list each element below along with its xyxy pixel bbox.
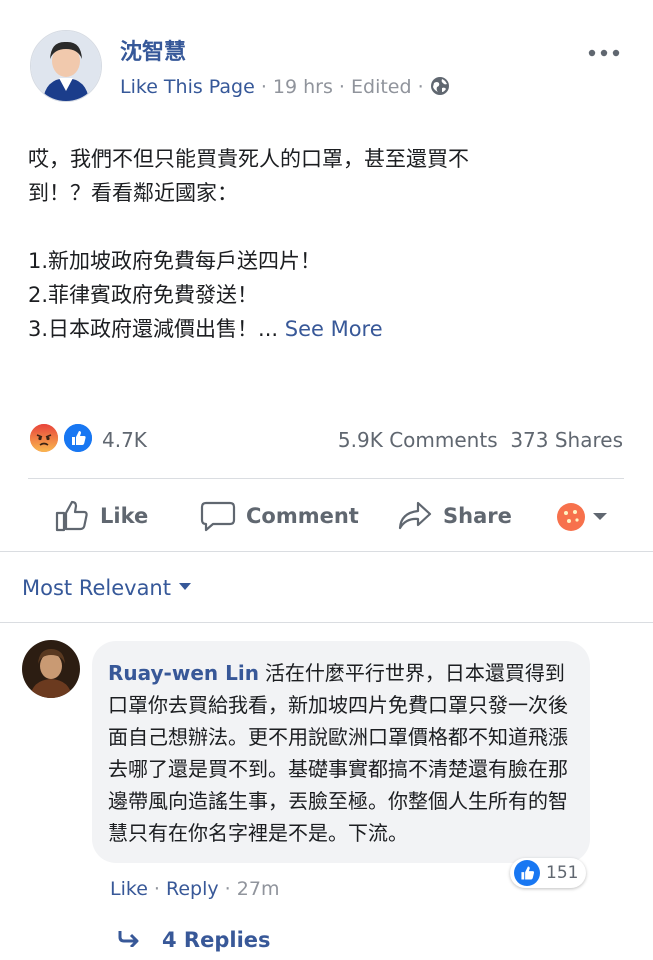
share-label: Share (443, 504, 512, 528)
comment-like-badge[interactable]: 151 (510, 858, 587, 888)
post-text-line: 到！？看看鄰近國家： (28, 181, 238, 205)
meta-separator: · (147, 878, 167, 900)
comment-like-count: 151 (546, 863, 579, 883)
see-more-link[interactable]: See More (285, 317, 383, 341)
comment-button[interactable]: Comment (200, 498, 359, 534)
author-avatar[interactable] (30, 30, 102, 102)
like-reaction-icon (514, 860, 540, 886)
reaction-picker-button[interactable] (556, 502, 608, 532)
comment-label: Comment (246, 504, 359, 528)
comment-sort-dropdown[interactable]: Most Relevant (22, 576, 191, 600)
meta-separator: · (218, 878, 237, 900)
meta-separator: · (254, 76, 273, 98)
commenter-avatar[interactable] (22, 640, 80, 698)
commenter-name[interactable]: Ruay-wen Lin (108, 661, 259, 685)
angry-reaction-icon (28, 422, 60, 454)
like-icon (55, 500, 88, 532)
like-button[interactable]: Like (54, 498, 148, 534)
comment-sort-label: Most Relevant (22, 576, 171, 600)
post-time[interactable]: 19 hrs (273, 76, 333, 98)
post-text-line: 哎，我們不但只能買貴死人的口罩，甚至還買不 (28, 147, 469, 171)
more-options-button[interactable] (588, 36, 620, 64)
post-meta: Like This Page · 19 hrs · Edited · (120, 76, 450, 101)
reaction-count[interactable]: 4.7K (102, 428, 147, 452)
comment-actions: Like · Reply · 27m (110, 878, 279, 900)
post-text-line: 2.菲律賓政府免費發送！ (28, 283, 259, 307)
edited-label[interactable]: Edited (351, 76, 412, 98)
divider (28, 478, 624, 479)
comment-time[interactable]: 27m (237, 878, 280, 900)
engagement-stats: 5.9K Comments 373 Shares (338, 428, 623, 452)
like-page-link[interactable]: Like This Page (120, 76, 255, 98)
post-author-name[interactable]: 沈智慧 (120, 34, 186, 66)
like-label: Like (100, 504, 149, 528)
like-reaction-icon (62, 422, 94, 454)
share-icon (398, 501, 432, 530)
more-icon (588, 49, 620, 57)
comment-reply-link[interactable]: Reply (166, 878, 219, 900)
comment-count[interactable]: 5.9K Comments (338, 428, 498, 452)
comment-bubble: Ruay-wen Lin 活在什麼平行世界，日本還買得到口罩你去買給我看，新加坡四… (92, 641, 590, 863)
post-text-line: 1.新加坡政府免費每戶送四片！ (28, 249, 322, 273)
comment-icon (200, 501, 236, 532)
replies-label: 4 Replies (162, 928, 271, 952)
reply-arrow-icon (118, 928, 142, 953)
meta-separator: · (332, 76, 351, 98)
share-count[interactable]: 373 Shares (510, 428, 623, 452)
post-body: 哎，我們不但只能買貴死人的口罩，甚至還買不 到！？看看鄰近國家： 1.新加坡政府… (28, 142, 588, 346)
comment-text: 活在什麼平行世界，日本還買得到口罩你去買給我看，新加坡四片免費口罩只發一次後面自… (108, 661, 568, 845)
caret-down-icon (593, 513, 607, 520)
divider (0, 551, 653, 552)
globe-icon (430, 76, 450, 101)
comment-like-link[interactable]: Like (110, 878, 148, 900)
view-replies-link[interactable]: 4 Replies (118, 928, 271, 953)
reaction-picker-icon (557, 503, 585, 531)
divider (0, 622, 653, 623)
share-button[interactable]: Share (397, 498, 512, 534)
post-text-line: 3.日本政府還減價出售！... (28, 317, 279, 341)
meta-separator: · (411, 76, 430, 98)
caret-down-icon (178, 582, 191, 590)
